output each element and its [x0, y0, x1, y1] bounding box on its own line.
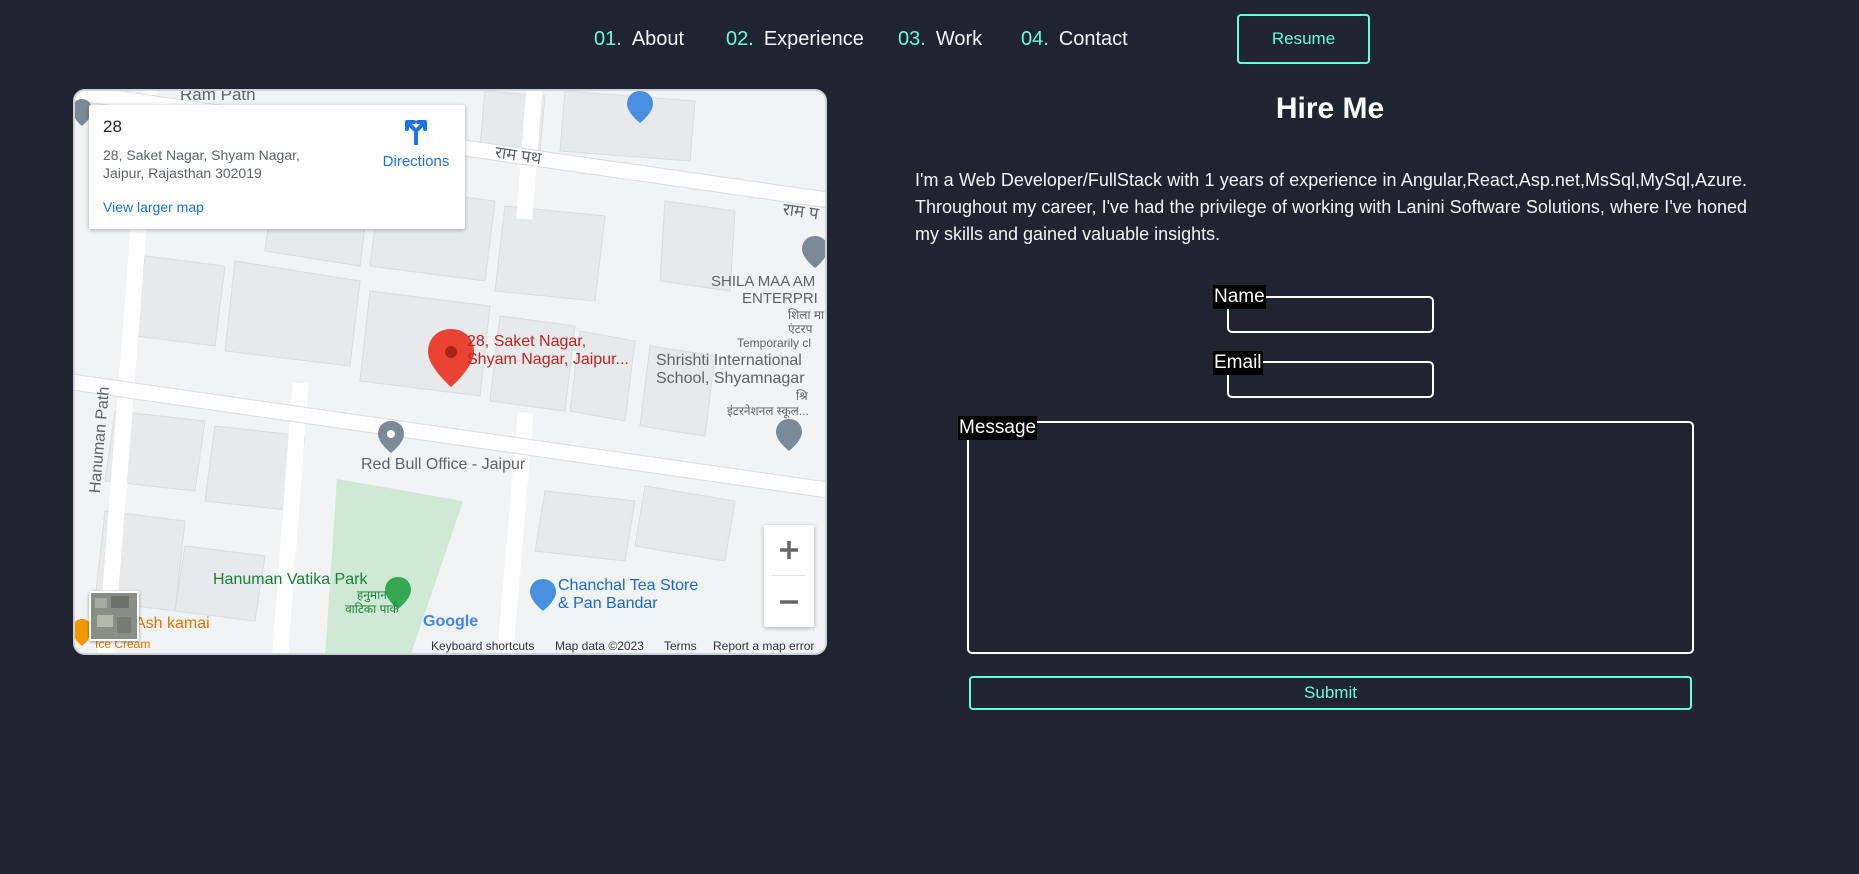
- poi-label-line: & Pan Bandar: [558, 595, 658, 612]
- hire-me-heading: Hire Me: [1275, 92, 1385, 125]
- terms-link[interactable]: Terms: [664, 639, 697, 653]
- resume-button[interactable]: Resume: [1237, 14, 1370, 64]
- map-street-label: Ram Path: [180, 89, 256, 104]
- zoom-in-button[interactable]: [764, 525, 814, 575]
- nav-item-experience[interactable]: 02. Experience: [726, 28, 864, 51]
- map-marker-label[interactable]: 28, Saket Nagar, Shyam Nagar, Jaipur...: [467, 333, 629, 369]
- map-poi-label: Temporarily cl: [737, 336, 812, 350]
- submit-button[interactable]: Submit: [969, 676, 1692, 710]
- map-poi-label[interactable]: Chanchal Tea Store & Pan Bandar: [558, 577, 698, 613]
- place-title: 28: [103, 117, 122, 136]
- map-poi-label: इंटरनेशनल स्कूल...: [727, 404, 809, 418]
- message-field[interactable]: [967, 421, 1694, 654]
- map-poi-label[interactable]: Ash kamai: [135, 615, 210, 633]
- poi-label-line: Shrishti International: [656, 352, 802, 369]
- place-address: 28, Saket Nagar, Shyam Nagar, Jaipur, Ra…: [103, 146, 333, 182]
- nav-label: Experience: [763, 28, 864, 50]
- nav-item-work[interactable]: 03. Work: [898, 28, 982, 51]
- google-logo: Google: [423, 613, 479, 630]
- satellite-toggle[interactable]: [89, 591, 139, 641]
- nav-number: 03.: [898, 28, 926, 50]
- nav-number: 01.: [594, 28, 622, 50]
- email-label: Email: [1213, 351, 1263, 375]
- hire-me-description: I'm a Web Developer/FullStack with 1 yea…: [915, 170, 1747, 244]
- name-label: Name: [1213, 285, 1266, 309]
- poi-label-line: ENTERPRI: [742, 290, 818, 307]
- poi-label-line: शिला मा: [788, 308, 825, 322]
- nav-label: Contact: [1058, 28, 1128, 50]
- nav-label: About: [631, 28, 685, 50]
- map-place-card: 28 28, Saket Nagar, Shyam Nagar, Jaipur,…: [89, 105, 465, 229]
- address-line: 28, Saket Nagar, Shyam Nagar,: [103, 147, 300, 163]
- nav-number: 04.: [1021, 28, 1049, 50]
- map-poi-label[interactable]: Shrishti International School, Shyamnagar: [656, 352, 805, 388]
- poi-label-line: वाटिका पार्क: [345, 602, 399, 616]
- view-larger-map-link[interactable]: View larger map: [103, 199, 204, 215]
- keyboard-shortcuts-link[interactable]: Keyboard shortcuts: [431, 639, 534, 653]
- top-nav: 01. About 02. Experience 03. Work 04. Contac…: [0, 0, 1859, 80]
- address-line: Jaipur, Rajasthan 302019: [103, 165, 262, 181]
- directions-label: Directions: [382, 153, 450, 170]
- marker-label-line: 28, Saket Nagar,: [467, 333, 587, 350]
- satellite-thumbnail-icon: [91, 593, 137, 639]
- map-poi-label[interactable]: Hanuman Vatika Park: [213, 571, 367, 589]
- zoom-controls: [764, 525, 814, 627]
- directions-button[interactable]: Directions: [373, 117, 459, 170]
- minus-icon: [780, 600, 798, 604]
- map-data-label: Map data ©2023: [555, 639, 644, 653]
- poi-label-line: एंटरप: [788, 322, 813, 336]
- nav-item-about[interactable]: 01. About: [594, 28, 684, 51]
- plus-icon: [780, 541, 798, 559]
- marker-label-line: Shyam Nagar, Jaipur...: [467, 351, 629, 368]
- map-poi-label: शिला मा एंटरप: [788, 308, 824, 336]
- zoom-out-button[interactable]: [764, 577, 814, 627]
- map-street-label: राम प: [781, 199, 820, 224]
- embedded-map[interactable]: Ram Path राम पथ राम प 28, Saket Nagar, Sh…: [73, 89, 827, 655]
- nav-label: Work: [935, 28, 983, 50]
- map-poi-label: श्रि: [796, 389, 808, 403]
- map-poi-label[interactable]: Red Bull Office - Jaipur: [361, 456, 525, 474]
- nav-item-contact[interactable]: 04. Contact: [1021, 28, 1128, 51]
- poi-label-line: Chanchal Tea Store: [558, 577, 699, 594]
- zoom-divider: [772, 575, 806, 576]
- map-poi-label: हनुमान वाटिका पार्क: [345, 588, 399, 616]
- directions-icon: [405, 120, 427, 146]
- poi-label-line: School, Shyamnagar: [656, 370, 805, 387]
- nav-number: 02.: [726, 28, 754, 50]
- poi-label-line: हनुमान: [356, 588, 387, 602]
- poi-label-line: SHILA MAA AM: [711, 273, 816, 290]
- map-poi-label[interactable]: SHILA MAA AM ENTERPRI: [711, 273, 818, 307]
- message-label: Message: [958, 416, 1038, 440]
- report-map-error-link[interactable]: Report a map error: [713, 639, 814, 653]
